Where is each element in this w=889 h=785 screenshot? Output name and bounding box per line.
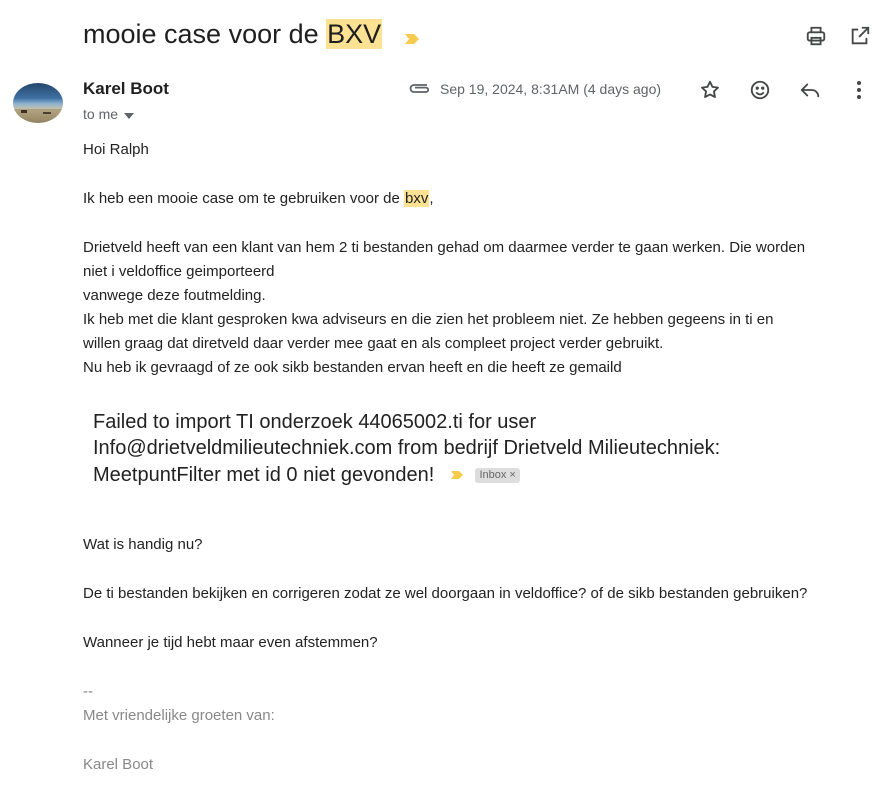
emoji-icon[interactable] [746, 76, 774, 104]
subject-highlight: BXV [326, 19, 383, 49]
attachment-icon [407, 80, 431, 101]
body-paragraph: Drietveld heeft van een klant van hem 2 … [83, 236, 883, 380]
intro-punct: , [429, 190, 434, 207]
remove-label-button[interactable]: × [509, 469, 515, 481]
signature-separator: -- [83, 683, 93, 700]
greeting: Hoi Ralph [83, 141, 149, 158]
body-line: niet i veldoffice geimporteerd [83, 263, 275, 280]
option-line: De ti bestanden bekijken en corrigeren z… [83, 585, 808, 602]
sender-name[interactable]: Karel Boot [83, 79, 169, 99]
closing-line: Wanneer je tijd hebt maar even afstemmen… [83, 634, 378, 651]
body-line: Nu heb ik gevraagd of ze ook sikb bestan… [83, 359, 622, 376]
recipient-details-toggle[interactable]: to me [83, 105, 135, 123]
importance-marker-icon[interactable] [450, 461, 464, 487]
avatar[interactable] [13, 83, 63, 123]
question: Wat is handig nu? [83, 536, 203, 553]
signature-greeting: Met vriendelijke groeten van: [83, 707, 275, 724]
quote-line: MeetpuntFilter met id 0 niet gevonden! [93, 464, 435, 486]
inbox-label: Inbox [479, 469, 507, 481]
recipient-label: to me [83, 106, 119, 122]
message-date: Sep 19, 2024, 8:31AM (4 days ago) [440, 81, 662, 97]
reply-icon[interactable] [796, 76, 824, 104]
intro-highlight: bxv [404, 190, 430, 207]
body-line: vanwege deze foutmelding. [83, 287, 266, 304]
subject-text: mooie case voor de [83, 19, 327, 49]
caret-down-icon [124, 105, 135, 123]
quote-line: Failed to import TI onderzoek 44065002.t… [93, 411, 537, 433]
star-icon[interactable] [696, 76, 724, 104]
body-line: Ik heb met die klant gesproken kwa advis… [83, 311, 774, 328]
open-in-new-icon[interactable] [846, 22, 874, 50]
intro-text: Ik heb een mooie case om te gebruiken vo… [83, 190, 405, 207]
body-line: Drietveld heeft van een klant van hem 2 … [83, 239, 806, 256]
inbox-label-chip[interactable]: Inbox × [475, 468, 520, 483]
quoted-error-message: Failed to import TI onderzoek 44065002.t… [93, 409, 793, 488]
intro-line: Ik heb een mooie case om te gebruiken vo… [83, 187, 883, 211]
email-subject: mooie case voor de BXV [83, 16, 420, 54]
signature-name: Karel Boot [83, 756, 154, 773]
importance-marker-icon[interactable] [404, 18, 420, 54]
more-vert-icon[interactable] [845, 76, 873, 104]
quote-line: Info@drietveldmilieutechniek.com from be… [93, 437, 721, 459]
quote-line-with-label: MeetpuntFilter met id 0 niet gevonden! I… [93, 461, 793, 488]
print-icon[interactable] [802, 22, 830, 50]
body-line: willen graag dat diretveld daar verder m… [83, 335, 664, 352]
